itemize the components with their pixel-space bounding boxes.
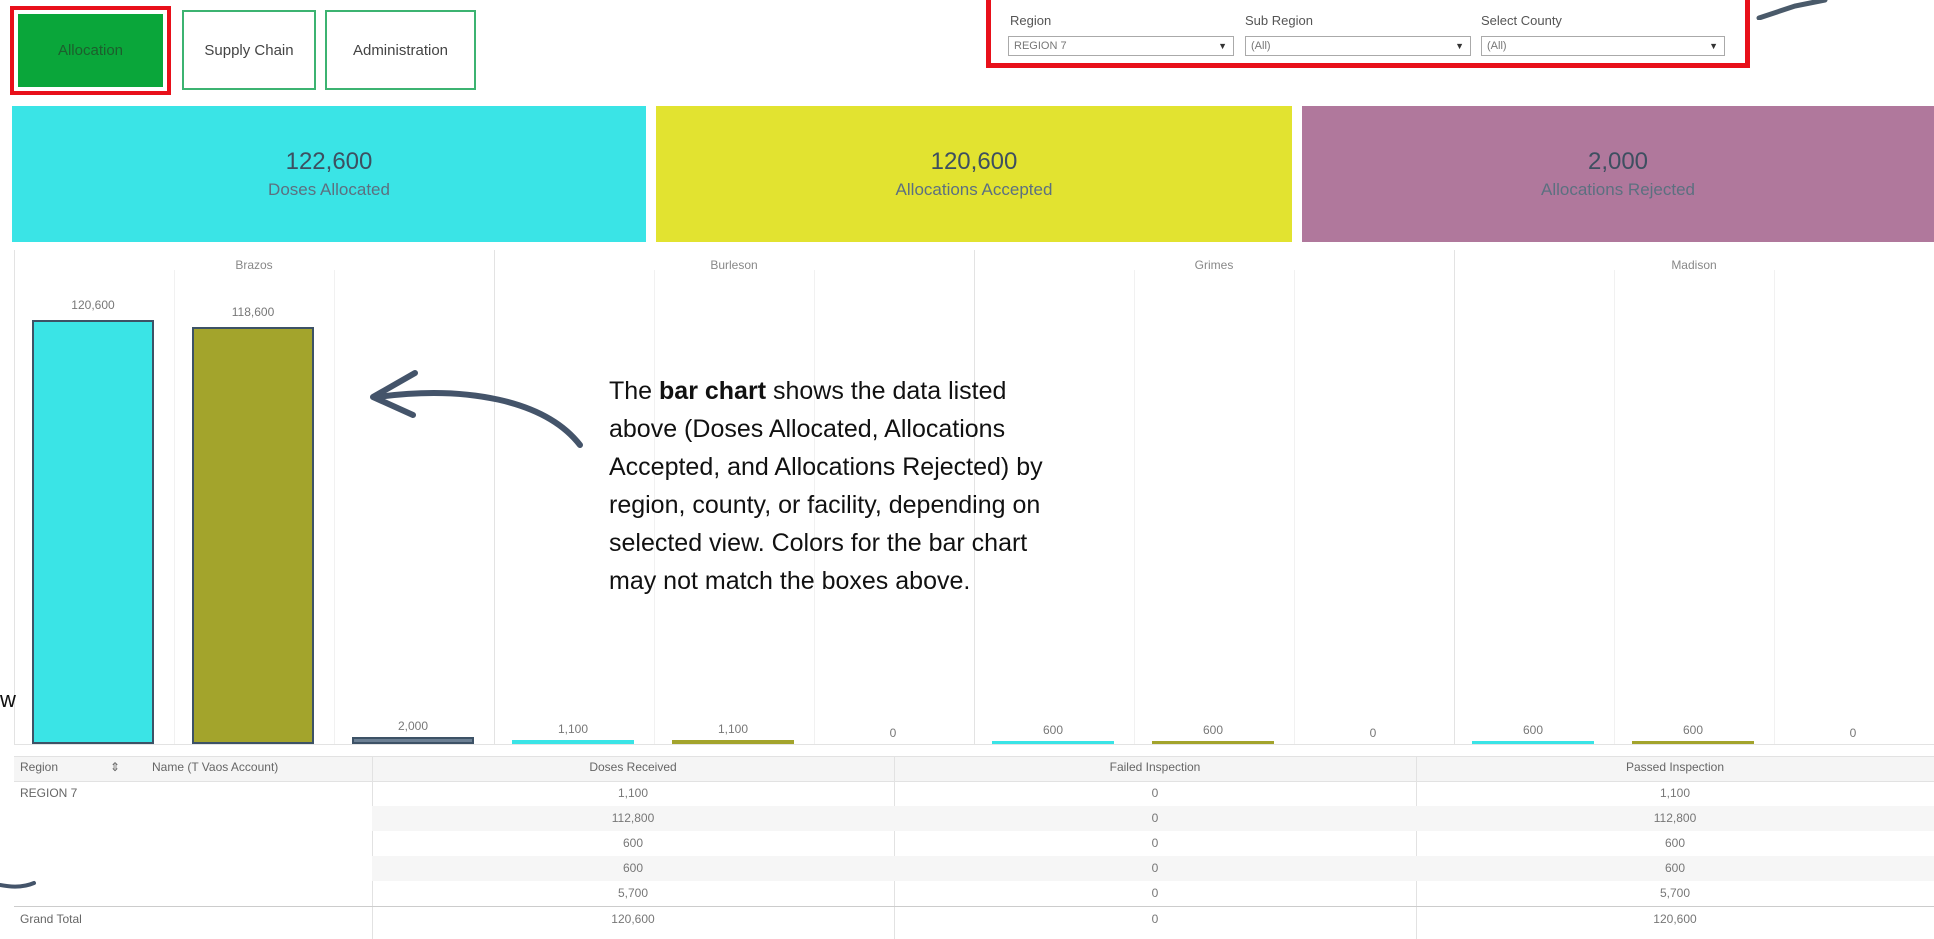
chart-bar[interactable] [192,327,314,744]
bar-value-label: 600 [1682,723,1704,737]
chevron-down-icon: ▼ [1455,41,1464,51]
kpi-label: Allocations Rejected [1540,180,1696,199]
chevron-down-icon: ▼ [1709,41,1718,51]
kpi-allocations-accepted: 120,600 Allocations Accepted [656,106,1292,242]
subregion-filter-select[interactable]: (All) ▼ [1245,36,1471,56]
tab-supply-chain[interactable]: Supply Chain [182,10,316,90]
table-cell: 112,800 [1653,811,1697,825]
table-cell: 0 [1151,861,1159,875]
table-total-doses: 120,600 [611,912,655,926]
county-panel-divider [494,250,495,744]
county-label: Burleson [710,258,758,272]
subregion-filter-label: Sub Region [1245,13,1313,28]
column-divider [1774,270,1775,744]
region-filter-label: Region [1010,13,1052,28]
bar-value-label: 600 [1202,723,1224,737]
column-divider [1614,270,1615,744]
county-label: Brazos [235,258,273,272]
table-cell: 600 [622,836,644,850]
region-filter-value: REGION 7 [1014,40,1067,52]
kpi-label: Allocations Accepted [895,180,1053,199]
county-panel-divider [14,250,15,744]
annotation-arrow-icon [370,370,583,448]
pointer-arrow-icon [1756,0,1828,20]
filter-panel-highlight [986,0,1750,68]
table-cell: 600 [1664,861,1686,875]
table-cell: 0 [1151,811,1159,825]
table-header-name[interactable]: Name (T Vaos Account) [152,760,278,774]
kpi-value: 2,000 [1587,148,1649,175]
bar-value-label: 0 [1849,726,1857,740]
table-region-cell: REGION 7 [20,786,78,800]
annotation-bold: bar chart [659,377,767,405]
table-header-region[interactable]: Region [20,760,58,774]
annotation-text: shows the data listed above (Doses Alloc… [609,377,1043,595]
county-filter-value: (All) [1487,40,1507,52]
county-panel-divider [1454,250,1455,744]
chart-bar[interactable] [352,737,474,744]
kpi-value: 120,600 [930,148,1018,175]
kpi-allocations-rejected: 2,000 Allocations Rejected [1302,106,1934,242]
bar-value-label: 600 [1522,723,1544,737]
table-cell: 0 [1151,836,1159,850]
table-cell: 5,700 [1659,886,1691,900]
county-filter-select[interactable]: (All) ▼ [1481,36,1725,56]
kpi-value: 122,600 [285,148,373,175]
sort-icon[interactable]: ⇕ [110,760,120,774]
table-cell: 1,100 [1659,786,1691,800]
county-filter-label: Select County [1481,13,1562,28]
table-cell: 600 [622,861,644,875]
table-cell: 1,100 [617,786,649,800]
table-header-doses-received[interactable]: Doses Received [372,760,894,774]
kpi-doses-allocated: 122,600 Doses Allocated [12,106,646,242]
county-label: Madison [1671,258,1717,272]
chart-baseline [14,744,1934,745]
bar-value-label: 0 [1369,726,1377,740]
column-divider [334,270,335,744]
bar-value-label: 0 [889,726,897,740]
table-header-failed-inspection[interactable]: Failed Inspection [894,760,1416,774]
bar-value-label: 1,100 [557,722,589,736]
table-total-passed: 120,600 [1653,912,1697,926]
county-label: Grimes [1194,258,1234,272]
left-edge-text: w [0,687,16,712]
table-cell: 5,700 [617,886,649,900]
kpi-label: Doses Allocated [268,180,390,199]
table-total-failed: 0 [1151,912,1159,926]
bar-value-label: 118,600 [231,305,275,319]
tab-administration[interactable]: Administration [325,10,476,90]
table-header-passed-inspection[interactable]: Passed Inspection [1416,760,1934,774]
bar-value-label: 120,600 [71,298,115,312]
tab-allocation[interactable]: Allocation [18,14,163,87]
bar-value-label: 600 [1042,723,1064,737]
bar-value-label: 2,000 [397,719,429,733]
table-cell: 112,800 [611,811,655,825]
annotation-prefix: The [609,377,660,405]
table-total-label: Grand Total [20,912,82,926]
chart-bar[interactable] [32,320,154,744]
column-divider [1134,270,1135,744]
table-cell: 0 [1151,786,1159,800]
chevron-down-icon: ▼ [1218,41,1227,51]
bar-value-label: 1,100 [717,722,749,736]
bracket-decoration [0,881,36,889]
annotation-callout: The bar chart shows the data listed abov… [609,372,1079,600]
column-divider [174,270,175,744]
column-divider [1294,270,1295,744]
region-filter-select[interactable]: REGION 7 ▼ [1008,36,1234,56]
table-cell: 600 [1664,836,1686,850]
table-cell: 0 [1151,886,1159,900]
subregion-filter-value: (All) [1251,40,1271,52]
